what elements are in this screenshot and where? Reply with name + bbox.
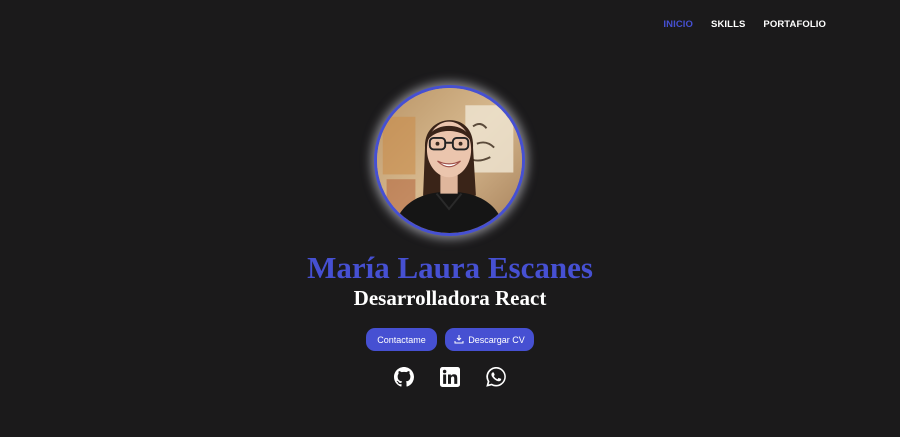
hero-name: María Laura Escanes [307, 250, 593, 285]
download-icon [454, 335, 464, 344]
whatsapp-icon[interactable] [486, 367, 506, 387]
download-cv-button[interactable]: Descargar CV [445, 328, 534, 351]
contact-button-label: Contactame [377, 334, 426, 345]
hero-role: Desarrolladora React [353, 286, 547, 310]
top-nav: INICIO SKILLS PORTAFOLIO [663, 19, 826, 31]
social-links [0, 367, 900, 387]
contact-button[interactable]: Contactame [366, 328, 437, 351]
nav-item-portafolio[interactable]: PORTAFOLIO [763, 19, 826, 31]
nav-item-inicio[interactable]: INICIO [663, 19, 693, 31]
linkedin-icon[interactable] [440, 367, 460, 387]
page: INICIO SKILLS PORTAFOLIO María Laura Esc… [0, 0, 900, 437]
github-icon[interactable] [394, 367, 414, 387]
nav-item-skills[interactable]: SKILLS [711, 19, 745, 31]
profile-photo [374, 85, 525, 236]
hero-actions: Contactame Descargar CV [0, 328, 900, 351]
download-cv-label: Descargar CV [468, 334, 525, 345]
